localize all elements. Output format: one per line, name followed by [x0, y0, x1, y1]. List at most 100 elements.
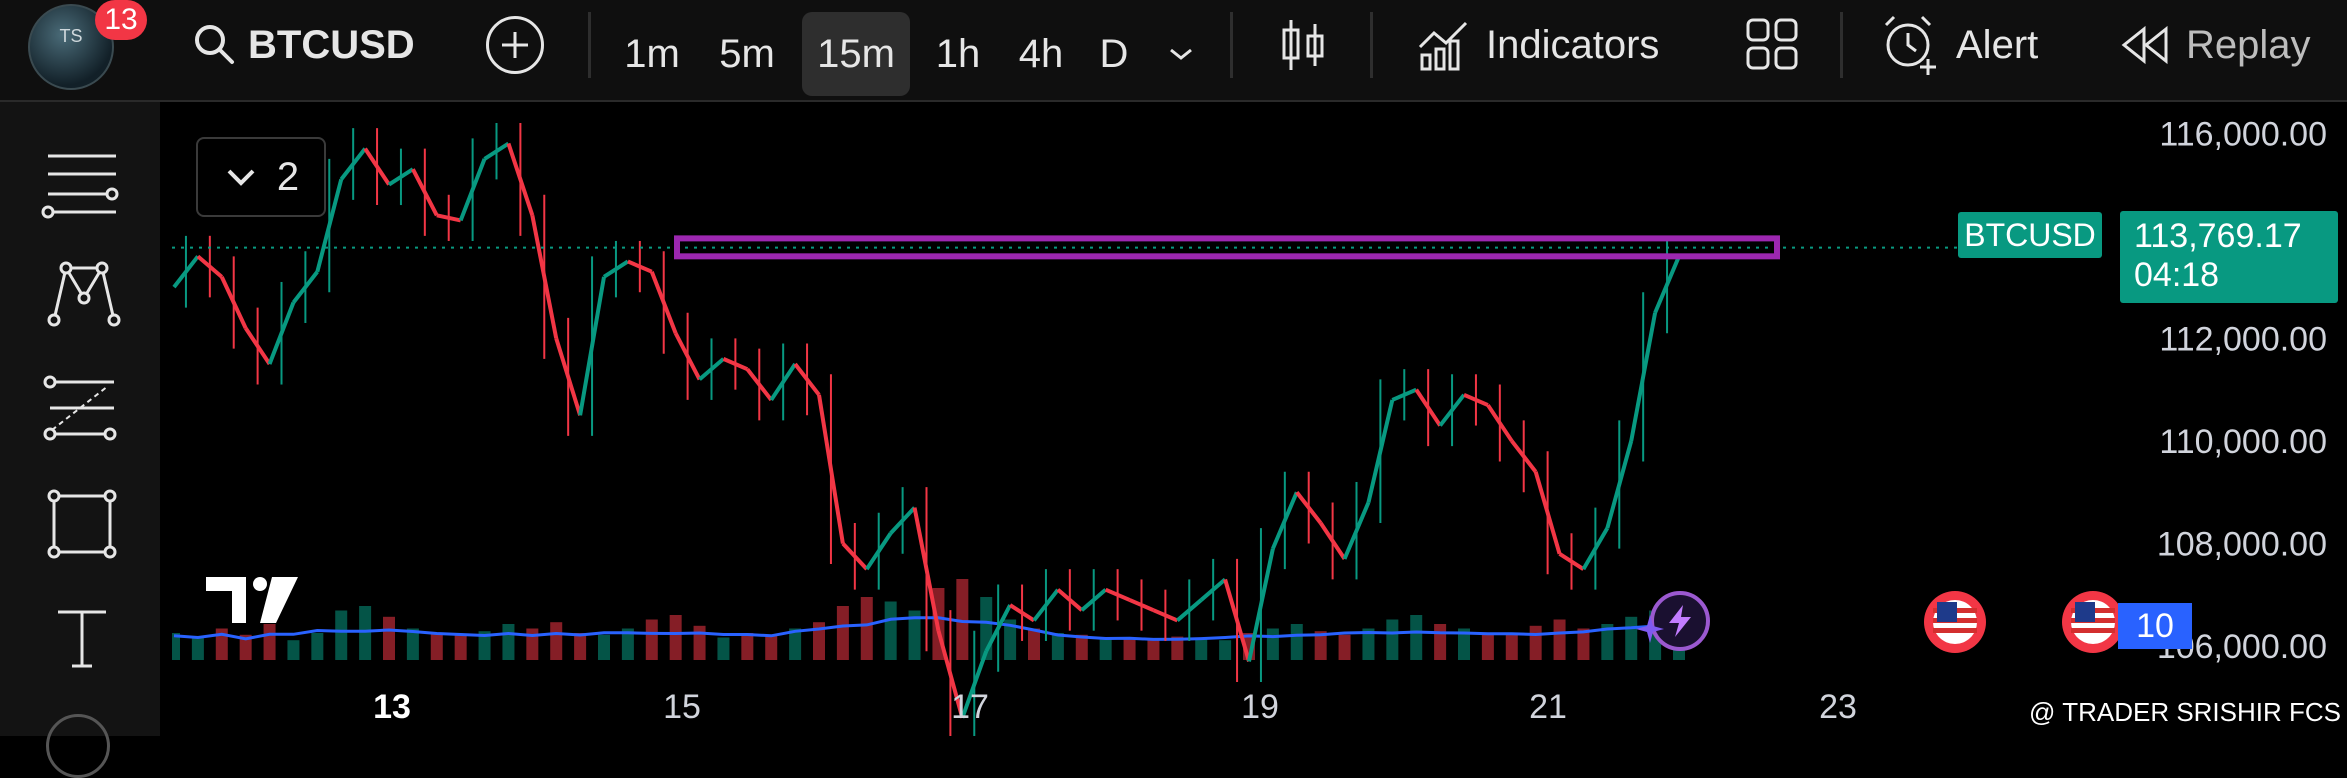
alert-button[interactable]: Alert	[1880, 12, 2038, 78]
chart-canvas[interactable]: 116,000.00 112,000.00 110,000.00 108,000.00…	[172, 115, 2347, 736]
volume-bar	[1553, 619, 1566, 660]
pattern-tool-icon[interactable]	[46, 258, 122, 328]
layers-count: 2	[276, 154, 300, 199]
toolbar-divider	[1840, 12, 1843, 78]
overlay-layer	[172, 235, 1957, 260]
timeframe-5m[interactable]: 5m	[706, 12, 788, 96]
add-symbol-button[interactable]	[486, 16, 544, 74]
indicators-button[interactable]: Indicators	[1416, 14, 1659, 76]
volume-bar	[1195, 638, 1208, 660]
symbol-label: BTCUSD	[248, 22, 415, 67]
rewind-icon	[2121, 25, 2168, 65]
replay-button[interactable]: Replay	[2118, 16, 2311, 74]
sidebar-more-tool[interactable]	[46, 714, 110, 778]
text-tool-icon[interactable]	[54, 606, 110, 672]
volume-bar	[1147, 640, 1160, 660]
current-price: 113,769.17	[2134, 217, 2302, 255]
volume-bar	[860, 597, 873, 660]
volume-bar	[1219, 640, 1232, 660]
toolbar-divider	[1370, 12, 1373, 78]
indicators-icon	[1418, 21, 1468, 71]
volume-bar	[191, 637, 204, 660]
volume-bar	[1290, 624, 1303, 660]
volume-bar	[765, 634, 778, 660]
price-axis-label: 108,000.00	[2157, 526, 2327, 564]
price-chart[interactable]: 116,000.00 112,000.00 110,000.00 108,000.00…	[172, 115, 2347, 736]
symbol-search[interactable]: BTCUSD	[190, 18, 415, 72]
symbol-tag: BTCUSD	[1958, 212, 2102, 258]
watermark: @ TRADER SRISHIR FCS	[2029, 697, 2341, 727]
volume-bar	[574, 633, 587, 660]
date-axis-label: 13	[373, 688, 411, 726]
rectangle-tool-icon[interactable]	[46, 488, 118, 560]
timeframe-1m[interactable]: 1m	[612, 12, 692, 96]
drawing-tools-sidebar	[0, 102, 160, 778]
indicators-label: Indicators	[1486, 22, 1660, 67]
date-axis-label: 17	[951, 688, 989, 726]
plus-icon	[502, 32, 528, 58]
alarm-clock-icon	[1884, 15, 1936, 75]
volume-bar	[383, 616, 395, 660]
volume-bar	[1099, 637, 1112, 660]
chevron-down-icon	[1170, 48, 1192, 60]
volume-bar	[598, 634, 610, 660]
volume-bar	[311, 633, 324, 660]
volume-bar	[1028, 628, 1040, 660]
volume-bar	[263, 624, 276, 660]
volume-bar	[669, 615, 682, 660]
economic-event-us-flag[interactable]	[2062, 591, 2124, 653]
layout-button[interactable]	[1744, 16, 1800, 72]
volume-bar	[502, 624, 515, 660]
date-axis-label: 19	[1241, 688, 1279, 726]
timeframe-1h[interactable]: 1h	[922, 12, 994, 96]
price-axis-label: 112,000.00	[2159, 320, 2327, 358]
volume-bar	[1505, 634, 1518, 660]
volume-bar	[717, 637, 730, 660]
timeframe-4h[interactable]: 4h	[1004, 12, 1078, 96]
fibonacci-tool-icon[interactable]	[42, 374, 118, 444]
volume-bar	[550, 622, 563, 660]
volume-bar	[1386, 619, 1399, 660]
price-layer	[172, 123, 1681, 736]
top-toolbar: TS 13 BTCUSD 1m 5m 15m 1h 4h D Indicator…	[0, 0, 2347, 102]
economic-event-us-flag[interactable]	[1924, 591, 1986, 653]
notification-badge: 13	[95, 0, 147, 40]
volume-bar	[1434, 624, 1447, 660]
alert-label: Alert	[1956, 22, 2039, 67]
replay-label: Replay	[2186, 22, 2311, 67]
volume-bar	[335, 610, 348, 660]
date-axis-label: 15	[663, 688, 701, 726]
volume-bar	[836, 606, 849, 660]
toolbar-divider	[1230, 12, 1233, 78]
volume-bar	[1051, 633, 1064, 660]
lightning-icon	[1669, 605, 1691, 637]
date-axis-label: 23	[1819, 688, 1857, 726]
date-axis-label: 21	[1529, 688, 1567, 726]
candlestick-icon	[1282, 20, 1324, 70]
volume-bar	[1266, 628, 1279, 660]
volume-bar	[526, 628, 539, 660]
volume-bar	[1410, 615, 1423, 660]
volume-bar	[741, 633, 754, 660]
volume-bar	[1481, 633, 1494, 660]
trend-line-tools-icon[interactable]	[40, 148, 124, 220]
volume-bar	[645, 619, 658, 660]
timeframe-more-dropdown[interactable]	[1156, 12, 1206, 96]
layers-toggle-button[interactable]: 2	[196, 137, 326, 217]
us-flag-icon	[1933, 600, 1977, 644]
timeframe-15m[interactable]: 15m	[802, 12, 910, 96]
volume-bar	[693, 625, 706, 660]
volume-bar	[359, 606, 372, 660]
us-flag-icon	[2071, 600, 2115, 644]
price-point	[436, 213, 462, 223]
volume-bar	[1529, 625, 1542, 660]
search-icon	[195, 25, 234, 64]
bar-countdown: 04:18	[2134, 256, 2220, 294]
volume-bar	[1338, 634, 1351, 660]
grid-layout-icon	[1746, 18, 1798, 70]
timeframe-d[interactable]: D	[1090, 12, 1138, 96]
sparkle-icon	[1636, 615, 1664, 643]
toolbar-divider	[588, 12, 591, 78]
current-price-label: 113,769.17 04:18	[2120, 211, 2338, 303]
chart-type-button[interactable]	[1278, 16, 1328, 74]
